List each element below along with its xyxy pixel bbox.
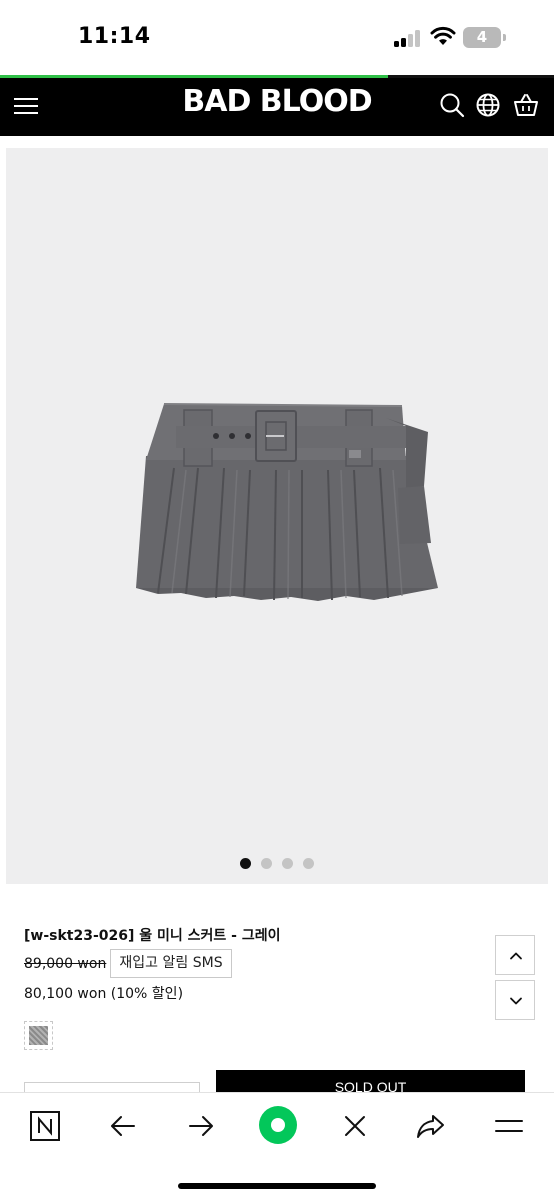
- globe-icon[interactable]: [474, 91, 502, 119]
- restock-sms-button[interactable]: 재입고 알림 SMS: [110, 949, 232, 978]
- naver-home-button[interactable]: [28, 1109, 62, 1143]
- pagination-dot-4[interactable]: [303, 858, 314, 869]
- more-menu-icon: [495, 1120, 523, 1132]
- search-icon[interactable]: [438, 91, 466, 119]
- pagination-dot-2[interactable]: [261, 858, 272, 869]
- forward-arrow-icon: [189, 1116, 213, 1136]
- close-icon: [345, 1116, 365, 1136]
- share-icon: [417, 1115, 444, 1138]
- battery-icon: 4: [463, 27, 501, 48]
- more-menu-button[interactable]: [492, 1109, 526, 1143]
- back-button[interactable]: [106, 1109, 140, 1143]
- color-swatch-fill: [29, 1026, 48, 1045]
- cellular-signal-icon: [394, 30, 422, 47]
- image-pagination: [6, 858, 548, 870]
- battery-tip: [503, 34, 506, 41]
- green-dot-button[interactable]: [258, 1105, 298, 1145]
- share-button[interactable]: [414, 1109, 448, 1143]
- product-title: [w-skt23-026] 울 미니 스커트 - 그레이: [24, 928, 281, 944]
- color-swatch[interactable]: [24, 1021, 53, 1050]
- naver-home-icon: [30, 1111, 60, 1141]
- cart-icon[interactable]: [512, 91, 540, 119]
- battery-level: 4: [476, 28, 488, 46]
- menu-icon[interactable]: [14, 95, 40, 117]
- green-dot-icon: [259, 1106, 297, 1144]
- site-header: BAD BLOOD: [0, 78, 554, 136]
- product-image: [136, 403, 438, 601]
- chevron-up-icon: [510, 952, 522, 960]
- close-button[interactable]: [338, 1109, 372, 1143]
- wifi-icon: [430, 26, 456, 45]
- scroll-down-button[interactable]: [495, 980, 535, 1020]
- site-logo[interactable]: BAD BLOOD: [0, 84, 554, 119]
- product-image-gallery[interactable]: [6, 148, 548, 884]
- status-time: 11:14: [78, 24, 151, 49]
- chevron-down-icon: [510, 997, 522, 1005]
- scroll-up-button[interactable]: [495, 935, 535, 975]
- back-arrow-icon: [111, 1116, 135, 1136]
- original-price: 89,000 won: [24, 956, 107, 972]
- pagination-dot-3[interactable]: [282, 858, 293, 869]
- status-bar: 11:14 4: [0, 0, 554, 76]
- forward-button[interactable]: [184, 1109, 218, 1143]
- pagination-dot-1[interactable]: [240, 858, 251, 869]
- sale-price: 80,100 won (10% 할인): [24, 986, 184, 1002]
- home-indicator[interactable]: [178, 1183, 376, 1189]
